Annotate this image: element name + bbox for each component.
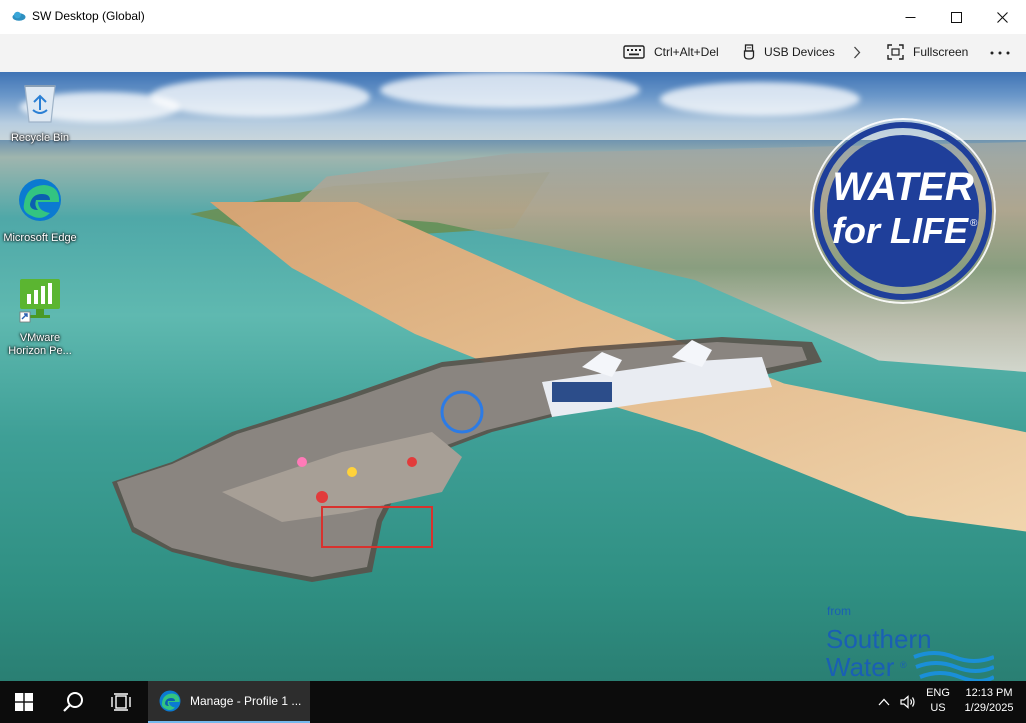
cloud-app-icon [12, 11, 26, 21]
usb-devices-button[interactable]: USB Devices [743, 44, 835, 60]
vmware-horizon-label: VMware Horizon Pe... [8, 332, 72, 357]
fullscreen-button[interactable]: Fullscreen [887, 44, 968, 60]
search-button[interactable] [50, 681, 96, 723]
fullscreen-label: Fullscreen [913, 45, 969, 59]
badge-registered: ® [970, 218, 978, 229]
clock-date: 1/29/2025 [964, 702, 1014, 714]
remote-desktop-area[interactable]: WATER for LIFE ® from Southern Water ® R… [0, 72, 1026, 681]
task-view-icon [111, 693, 131, 711]
logo-line2: Water [826, 652, 895, 681]
chevron-up-icon [878, 698, 890, 706]
region-code: US [930, 702, 946, 714]
more-icon [990, 51, 1010, 55]
southern-water-logo: from Southern Water ® [826, 604, 994, 681]
edge-icon [19, 179, 61, 221]
more-options-button[interactable] [990, 51, 1010, 55]
taskbar-app-edge-manage[interactable]: Manage - Profile 1 ... [148, 681, 310, 723]
edge-icon [159, 690, 181, 712]
volume-button[interactable] [896, 681, 920, 723]
chevron-right-icon [854, 46, 861, 59]
language-code: ENG [926, 687, 950, 699]
wave-icon [913, 651, 994, 663]
desktop-icon-recycle-bin[interactable]: Recycle Bin [3, 80, 77, 145]
logo-line1: Southern [826, 624, 932, 654]
minimize-icon [905, 16, 915, 18]
window-titlebar: SW Desktop (Global) [0, 0, 1026, 35]
desktop-icon-vmware-horizon[interactable]: VMware Horizon Pe... [3, 276, 77, 358]
usb-devices-label: USB Devices [764, 45, 835, 59]
desktop-icon-microsoft-edge[interactable]: Microsoft Edge [3, 176, 77, 245]
wallpaper-pier [112, 337, 822, 582]
logo-registered: ® [900, 660, 907, 670]
recycle-bin-label: Recycle Bin [10, 132, 70, 144]
toolbar-expand-button[interactable] [853, 46, 861, 59]
horizon-toolbar: Ctrl+Alt+Del USB Devices Fullscreen [0, 34, 1026, 72]
maximize-button[interactable] [933, 0, 979, 34]
water-for-life-badge: WATER for LIFE ® [810, 118, 996, 304]
task-view-button[interactable] [98, 681, 144, 723]
ctrl-alt-del-button[interactable]: Ctrl+Alt+Del [623, 44, 719, 60]
window-title: SW Desktop (Global) [32, 9, 145, 23]
recycle-bin-icon [24, 85, 56, 123]
badge-line2: for LIFE [832, 210, 969, 251]
taskbar: Manage - Profile 1 ... ENG US 12:13 PM 1… [0, 681, 1026, 723]
taskbar-app-label: Manage - Profile 1 ... [190, 694, 302, 708]
search-icon [63, 692, 83, 712]
usb-icon [743, 44, 755, 60]
vmware-horizon-icon [19, 279, 60, 323]
logo-from: from [827, 604, 851, 618]
minimize-button[interactable] [887, 0, 933, 34]
start-button[interactable] [0, 681, 48, 723]
close-icon [996, 11, 1008, 23]
clock-time: 12:13 PM [965, 687, 1013, 699]
maximize-icon [950, 11, 962, 23]
windows-start-icon [15, 693, 33, 711]
speaker-icon [900, 695, 915, 709]
language-indicator[interactable]: ENG US [922, 686, 954, 716]
microsoft-edge-label: Microsoft Edge [3, 232, 77, 244]
close-button[interactable] [979, 0, 1025, 34]
fullscreen-icon [887, 44, 904, 60]
keyboard-icon [623, 45, 645, 59]
clock[interactable]: 12:13 PM 1/29/2025 [956, 686, 1022, 716]
ctrl-alt-del-label: Ctrl+Alt+Del [654, 45, 719, 59]
show-hidden-icons-button[interactable] [872, 681, 896, 723]
badge-line1: WATER [832, 165, 974, 209]
